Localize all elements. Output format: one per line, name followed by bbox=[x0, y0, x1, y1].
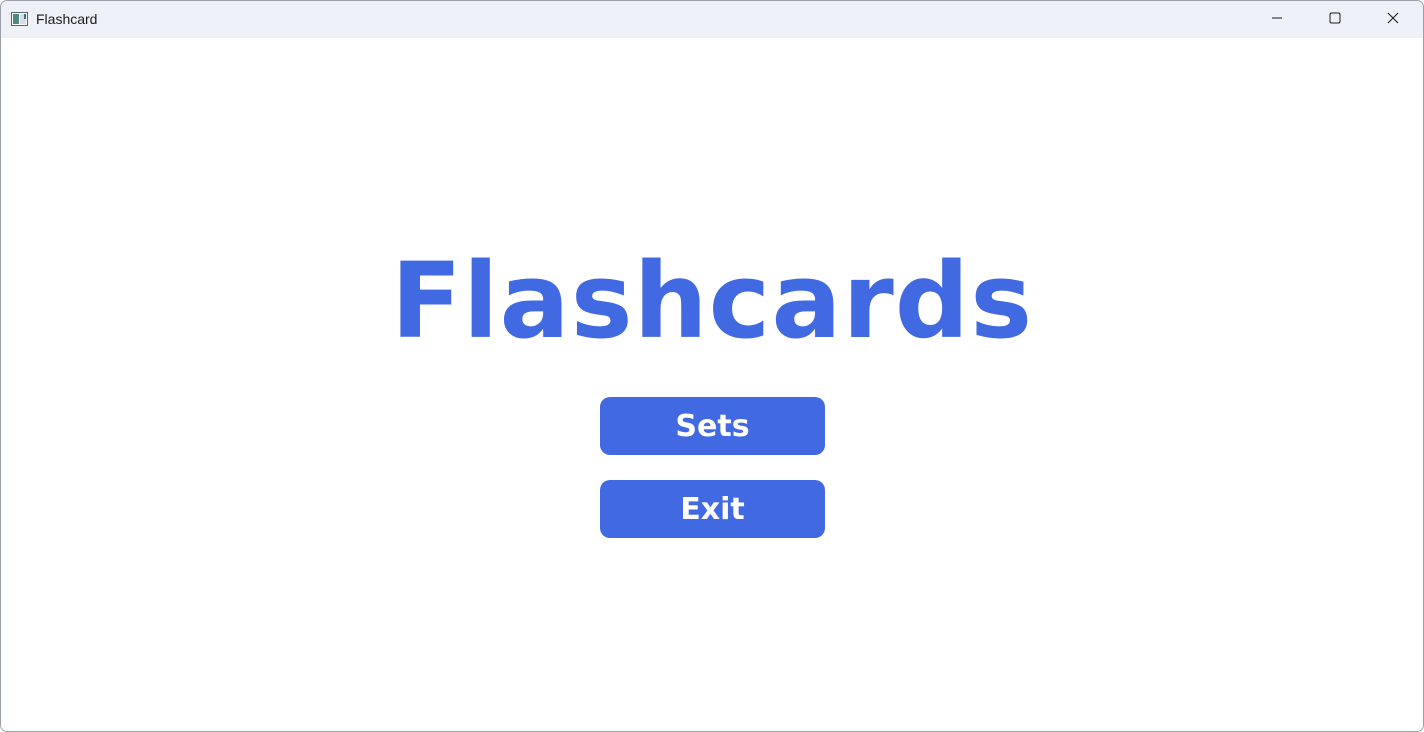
title-bar[interactable]: Flashcard bbox=[1, 1, 1423, 38]
main-content: Flashcards Sets Exit bbox=[1, 38, 1423, 731]
maximize-button[interactable] bbox=[1306, 1, 1364, 38]
minimize-icon bbox=[1271, 11, 1283, 29]
close-button[interactable] bbox=[1364, 1, 1422, 38]
sets-button[interactable]: Sets bbox=[600, 397, 825, 455]
minimize-button[interactable] bbox=[1248, 1, 1306, 38]
app-window-icon bbox=[11, 12, 28, 26]
maximize-icon bbox=[1329, 11, 1341, 29]
exit-button[interactable]: Exit bbox=[600, 480, 825, 538]
close-icon bbox=[1387, 11, 1399, 29]
app-heading: Flashcards bbox=[390, 240, 1034, 362]
app-window: Flashcard Flashcards Sets Exit bbox=[0, 0, 1424, 732]
window-title: Flashcard bbox=[36, 11, 98, 27]
